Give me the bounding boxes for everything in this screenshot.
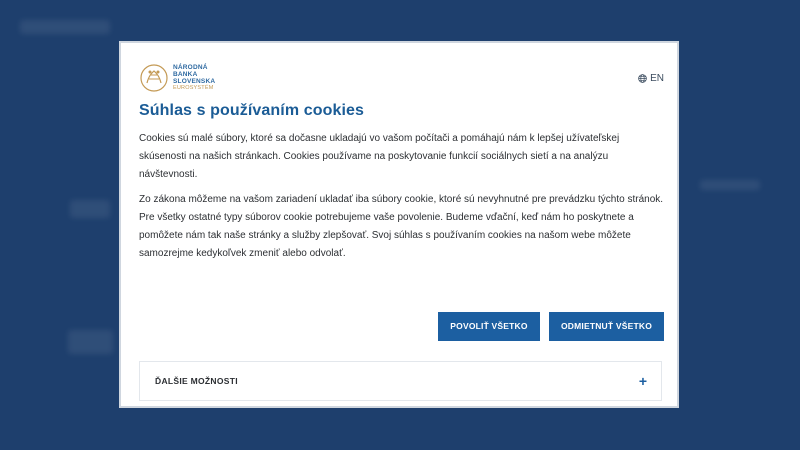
dialog-topbar: NÁRODNÁ BANKA SLOVENSKA EUROSYSTÉM EN (139, 61, 664, 97)
nbs-emblem-icon (140, 64, 168, 92)
logo-line-3: SLOVENSKA (173, 78, 216, 85)
more-options-accordion[interactable]: ĎALŠIE MOŽNOSTI + (139, 361, 662, 401)
logo-line-2: BANKA (173, 71, 198, 78)
more-options-label: ĎALŠIE MOŽNOSTI (155, 376, 238, 386)
logo-line-1: NÁRODNÁ (173, 64, 208, 71)
background-button-blur (68, 330, 113, 354)
language-switcher[interactable]: EN (638, 73, 664, 84)
nbs-logo: NÁRODNÁ BANKA SLOVENSKA EUROSYSTÉM (139, 61, 215, 95)
background-text-blur-right (700, 180, 760, 190)
cookie-consent-dialog: NÁRODNÁ BANKA SLOVENSKA EUROSYSTÉM EN Sú… (119, 41, 679, 408)
cookie-description-paragraph: Cookies sú malé súbory, ktoré sa dočasne… (139, 133, 620, 180)
language-label: EN (650, 73, 664, 84)
background-text-blur (70, 200, 110, 218)
background-header-blur (20, 20, 110, 34)
reject-all-button[interactable]: ODMIETNUŤ VŠETKO (549, 312, 664, 341)
consent-button-group: POVOLIŤ VŠETKO ODMIETNUŤ VŠETKO (438, 312, 664, 341)
dialog-content: NÁRODNÁ BANKA SLOVENSKA EUROSYSTÉM EN Sú… (139, 61, 664, 401)
logo-wordmark: NÁRODNÁ BANKA SLOVENSKA EUROSYSTÉM (173, 64, 215, 92)
allow-all-button[interactable]: POVOLIŤ VŠETKO (438, 312, 540, 341)
cookie-legal-paragraph: Zo zákona môžeme na vašom zariadení ukla… (139, 194, 664, 259)
globe-icon (638, 74, 647, 83)
plus-icon[interactable]: + (639, 374, 647, 388)
dialog-title: Súhlas s používaním cookies (139, 102, 364, 119)
logo-line-4: EUROSYSTÉM (173, 85, 214, 91)
